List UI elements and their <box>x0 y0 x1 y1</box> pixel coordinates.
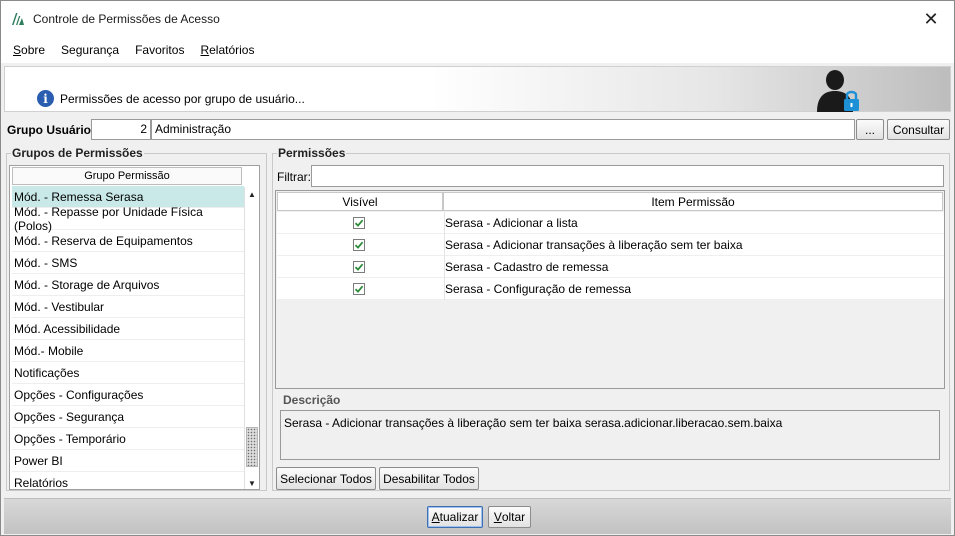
voltar-label: oltar <box>501 510 526 524</box>
permission-row[interactable]: Serasa - Configuração de remessa <box>277 278 944 300</box>
checkmark-icon <box>354 241 364 249</box>
menu-bar: Sobre Segurança Favoritos Relatórios <box>1 37 954 63</box>
scroll-up-icon[interactable]: ▲ <box>245 187 259 201</box>
window-title: Controle de Permissões de Acesso <box>33 12 220 26</box>
visible-checkbox[interactable] <box>353 217 365 229</box>
permission-group-item[interactable]: Relatórios <box>12 472 244 490</box>
permission-item-text: Serasa - Adicionar transações à liberaçã… <box>445 238 743 252</box>
group-user-row: Grupo Usuário: 2 Administração ... Consu… <box>1 118 954 142</box>
user-lock-icon <box>817 70 859 112</box>
title-bar: Controle de Permissões de Acesso ✕ <box>1 1 954 37</box>
visible-checkbox[interactable] <box>353 261 365 273</box>
menu-relatorios[interactable]: Relatórios <box>192 43 262 57</box>
permissions-table: Visível Item Permissão Serasa - Adiciona… <box>275 190 945 389</box>
permission-item-text: Serasa - Configuração de remessa <box>445 282 632 296</box>
permission-group-item[interactable]: Notificações <box>12 362 244 384</box>
permission-group-item[interactable]: Opções - Segurança <box>12 406 244 428</box>
permission-groups-header[interactable]: Grupo Permissão <box>12 167 242 185</box>
banner-text: Permissões de acesso por grupo de usuári… <box>60 92 305 106</box>
menu-favoritos[interactable]: Favoritos <box>127 43 192 57</box>
permission-row[interactable]: Serasa - Cadastro de remessa <box>277 256 944 278</box>
filter-label: Filtrar: <box>277 170 311 184</box>
permission-row[interactable]: Serasa - Adicionar a lista <box>277 212 944 234</box>
atualizar-label: tualizar <box>439 510 479 524</box>
visible-checkbox[interactable] <box>353 239 365 251</box>
permission-item-text: Serasa - Adicionar a lista <box>445 216 578 230</box>
permission-groups-table: Grupo Permissão Mód. - Remessa Serasa Mód… <box>9 165 260 490</box>
menu-seguranca[interactable]: Segurança <box>53 43 127 57</box>
select-all-button[interactable]: Selecionar Todos <box>276 467 376 490</box>
permission-group-item[interactable]: Opções - Temporário <box>12 428 244 450</box>
groups-scrollbar[interactable]: ▲ ▼ <box>244 187 259 489</box>
lookup-button[interactable]: ... <box>856 119 884 140</box>
permission-group-item[interactable]: Mód. Acessibilidade <box>12 318 244 340</box>
permission-group-item[interactable]: Mód. - SMS <box>12 252 244 274</box>
header-banner: i Permissões de acesso por grupo de usuá… <box>4 66 951 112</box>
voltar-button[interactable]: Voltar <box>488 506 531 528</box>
info-icon: i <box>37 90 54 107</box>
visible-checkbox[interactable] <box>353 283 365 295</box>
column-visivel[interactable]: Visível <box>277 192 443 211</box>
column-item-permissao[interactable]: Item Permissão <box>443 192 943 211</box>
permission-group-item[interactable]: Mód. - Vestibular <box>12 296 244 318</box>
permission-group-item[interactable]: Mód.- Mobile <box>12 340 244 362</box>
atualizar-button[interactable]: Atualizar <box>427 506 483 528</box>
permission-group-item[interactable]: Mód. - Repasse por Unidade Física (Polos… <box>12 205 244 233</box>
group-user-label: Grupo Usuário: <box>7 123 96 137</box>
permissions-legend: Permissões <box>277 146 347 160</box>
menu-relatorios-mnemonic: R <box>200 43 210 57</box>
group-name-field[interactable]: Administração <box>151 119 855 140</box>
permission-item-text: Serasa - Cadastro de remessa <box>445 260 609 274</box>
disable-all-button[interactable]: Desabilitar Todos <box>379 467 479 490</box>
checkmark-icon <box>354 263 364 271</box>
atualizar-mnemonic: A <box>431 510 440 524</box>
permission-row[interactable]: Serasa - Adicionar transações à liberaçã… <box>277 234 944 256</box>
close-icon[interactable]: ✕ <box>908 1 954 37</box>
permission-group-item[interactable]: Opções - Configurações <box>12 384 244 406</box>
app-logo-icon <box>12 13 24 25</box>
voltar-mnemonic: V <box>493 510 502 524</box>
menu-seguranca-label: Segurança <box>61 43 120 57</box>
menu-favoritos-label: Favoritos <box>135 43 185 57</box>
scroll-thumb[interactable] <box>246 427 258 467</box>
description-box: Serasa - Adicionar transações à liberaçã… <box>280 410 940 460</box>
consultar-button[interactable]: Consultar <box>887 119 950 140</box>
description-legend: Descrição <box>282 393 342 407</box>
main-window: Controle de Permissões de Acesso ✕ Sobre… <box>0 0 955 536</box>
group-id-field[interactable]: 2 <box>91 119 151 140</box>
permission-group-item[interactable]: Power BI <box>12 450 244 472</box>
menu-relatorios-label: elatórios <box>209 43 255 57</box>
checkmark-icon <box>354 285 364 293</box>
menu-sobre[interactable]: Sobre <box>5 43 53 57</box>
permission-groups-legend: Grupos de Permissões <box>11 146 144 160</box>
scroll-down-icon[interactable]: ▼ <box>245 476 259 489</box>
checkmark-icon <box>354 219 364 227</box>
menu-sobre-mnemonic: S <box>13 43 22 57</box>
filter-input[interactable] <box>311 165 944 187</box>
permission-group-item[interactable]: Mód. - Storage de Arquivos <box>12 274 244 296</box>
menu-sobre-label: obre <box>21 43 46 57</box>
permission-group-item[interactable]: Mód. - Reserva de Equipamentos <box>12 230 244 252</box>
